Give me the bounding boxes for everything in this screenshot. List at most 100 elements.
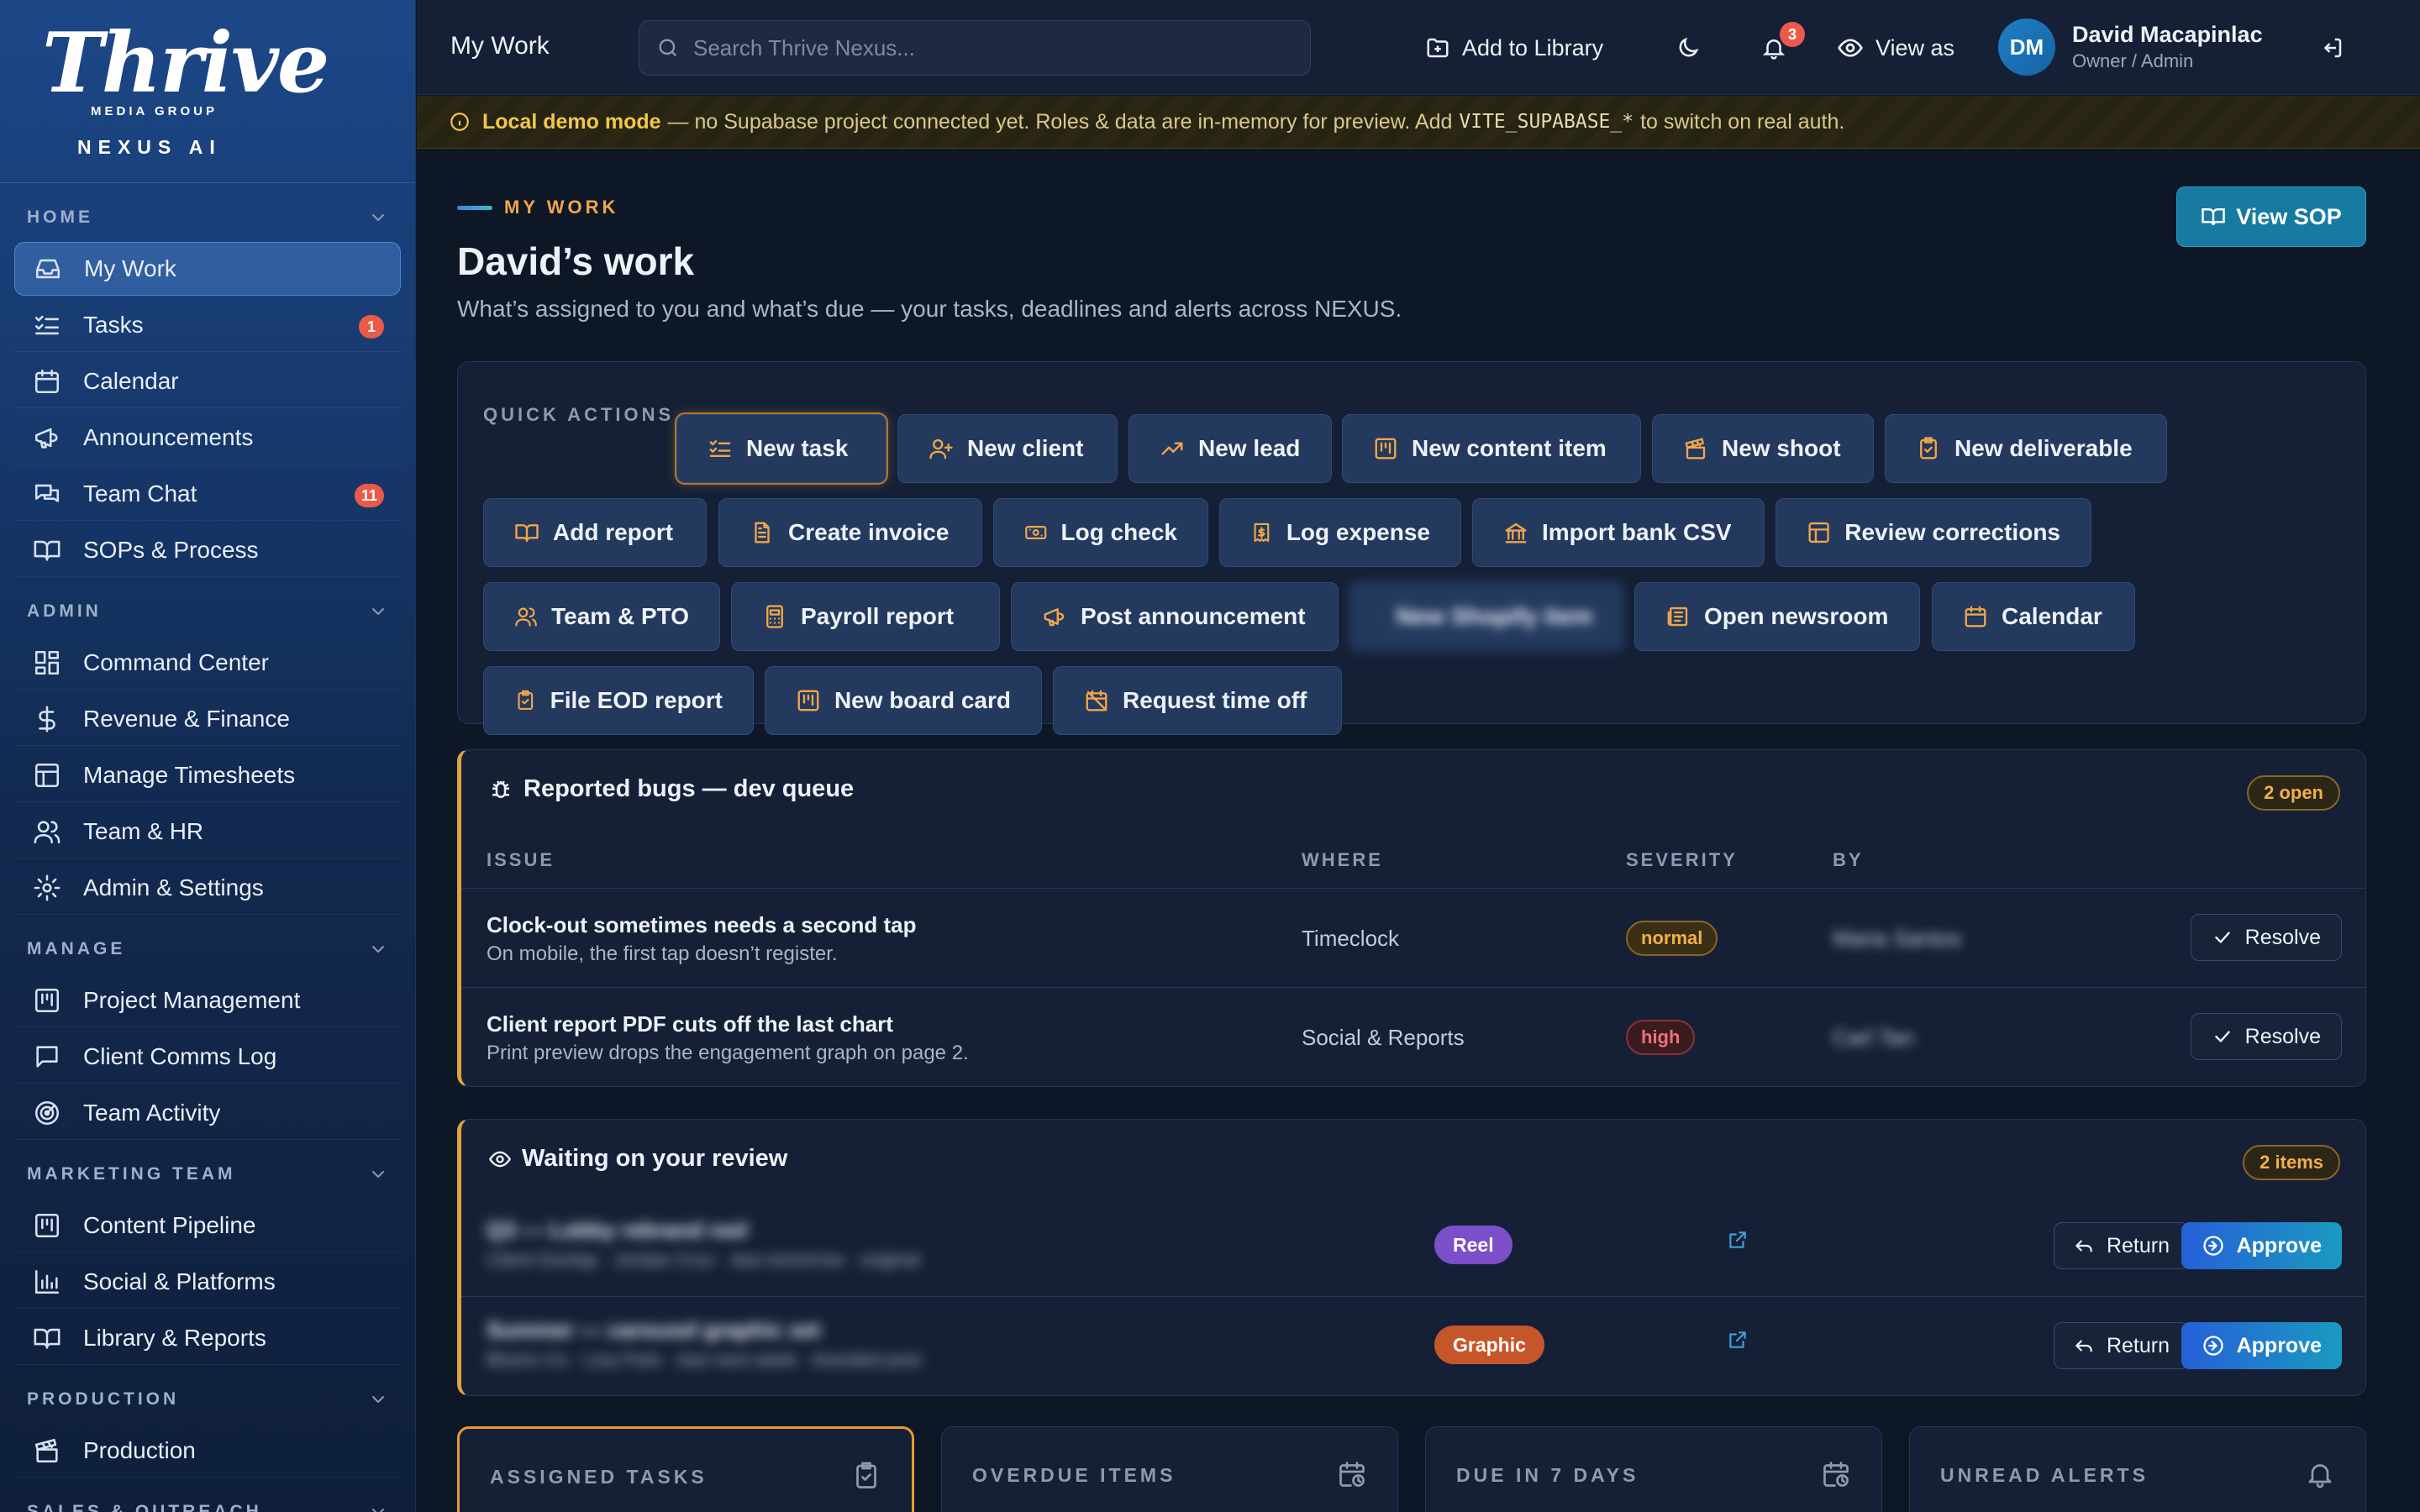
quick-action-label: File EOD report — [550, 687, 723, 713]
open-link-button[interactable] — [1727, 1229, 1749, 1251]
quick-action-new-deliverable[interactable]: New deliverable — [1885, 414, 2167, 483]
quick-action-log-check[interactable]: Log check — [993, 498, 1208, 567]
sidebar-item-project-management[interactable]: Project Management — [14, 974, 401, 1027]
nav-section-manage[interactable]: MANAGE — [0, 925, 415, 974]
log-out-icon — [2323, 38, 2342, 58]
receipt-dollar-icon — [1254, 522, 1270, 543]
sidebar-item-icon — [33, 648, 61, 677]
stat-label: ASSIGNED TASKS — [490, 1466, 708, 1488]
quick-action-new-content-item[interactable]: New content item — [1342, 414, 1641, 483]
bug-where: Social & Reports — [1302, 1025, 1465, 1050]
quick-action-log-expense[interactable]: Log expense — [1219, 498, 1461, 567]
review-row: Summer — carousel graphic set Bloom Co · … — [461, 1296, 2365, 1395]
quick-action-team-and-pto[interactable]: Team & PTO — [483, 582, 720, 651]
resolve-button[interactable]: Resolve — [2190, 1013, 2342, 1060]
search-box[interactable] — [639, 20, 1311, 76]
stat-card-unread-alerts[interactable]: UNREAD ALERTS — [1909, 1426, 2366, 1512]
view-as-button[interactable]: View as — [1837, 25, 1954, 71]
quick-action-payroll-report[interactable]: Payroll report — [731, 582, 1000, 651]
quick-action-label: Review corrections — [1844, 519, 2060, 545]
quick-action-new-shoot[interactable]: New shoot — [1652, 414, 1874, 483]
stat-card-overdue-items[interactable]: OVERDUE ITEMS — [941, 1426, 1398, 1512]
return-button[interactable]: Return — [2053, 1222, 2189, 1269]
external-link-icon — [1729, 1231, 1746, 1248]
review-item-title[interactable]: Q3 — Lobby rebrand reel — [487, 1217, 748, 1243]
sidebar-item-team-and-hr[interactable]: Team & HR — [14, 805, 401, 858]
content-type-tag: Reel — [1434, 1226, 1512, 1264]
avatar[interactable]: DM — [1998, 18, 2055, 76]
nav-section-sales-and-outreach[interactable]: SALES & OUTREACH — [0, 1488, 415, 1512]
sidebar-item-social-and-platforms[interactable]: Social & Platforms — [14, 1255, 401, 1309]
sidebar-item-client-comms-log[interactable]: Client Comms Log — [14, 1030, 401, 1084]
book-open-icon — [2202, 208, 2225, 226]
quick-action-review-corrections[interactable]: Review corrections — [1776, 498, 2091, 567]
sidebar-item-label: Announcements — [83, 423, 254, 450]
sidebar-item-team-chat[interactable]: Team Chat 11 — [14, 467, 401, 521]
notifications-button[interactable]: 3 — [1761, 22, 1805, 71]
stat-card-assigned-tasks[interactable]: ASSIGNED TASKS — [457, 1426, 914, 1512]
quick-action-label: New lead — [1198, 435, 1301, 461]
approve-button[interactable]: Approve — [2181, 1222, 2342, 1269]
sidebar-item-calendar[interactable]: Calendar — [14, 354, 401, 408]
stat-card-due-in-7-days[interactable]: DUE IN 7 DAYS — [1425, 1426, 1882, 1512]
sidebar-item-icon — [33, 1042, 61, 1071]
brand-logo[interactable]: Thrive MEDIA GROUP NEXUS AI — [0, 0, 415, 183]
nav-section-label: MARKETING TEAM — [27, 1164, 236, 1184]
quick-action-new-client[interactable]: New client — [897, 414, 1118, 483]
sidebar-item-sops-and-process[interactable]: SOPs & Process — [14, 523, 401, 577]
info-icon — [450, 113, 469, 131]
approve-button[interactable]: Approve — [2181, 1322, 2342, 1369]
sidebar-item-label: Client Comms Log — [83, 1042, 277, 1069]
nav-section-home[interactable]: HOME — [0, 193, 415, 242]
file-text-icon — [755, 522, 770, 543]
quick-action-new-lead[interactable]: New lead — [1128, 414, 1332, 483]
sidebar-item-my-work[interactable]: My Work — [14, 242, 401, 296]
sidebar-item-command-center[interactable]: Command Center — [14, 636, 401, 690]
sidebar-item-manage-timesheets[interactable]: Manage Timesheets — [14, 748, 401, 802]
theme-toggle-button[interactable] — [1676, 25, 1712, 71]
sidebar-item-icon — [33, 705, 61, 733]
chevron-down-icon — [372, 1396, 384, 1403]
quick-action-request-time-off[interactable]: Request time off — [1053, 666, 1342, 735]
quick-action-label: Import bank CSV — [1542, 519, 1732, 545]
sidebar-item-announcements[interactable]: Announcements — [14, 411, 401, 465]
add-to-library-button[interactable]: Add to Library — [1425, 25, 1603, 71]
nav-section-admin[interactable]: ADMIN — [0, 587, 415, 636]
calendar-icon — [1965, 606, 1986, 627]
message-square-icon — [36, 1045, 58, 1068]
sidebar-item-content-pipeline[interactable]: Content Pipeline — [14, 1199, 401, 1252]
quick-action-calendar[interactable]: Calendar — [1932, 582, 2135, 651]
sidebar-item-icon — [33, 536, 61, 564]
quick-action-import-bank-csv[interactable]: Import bank CSV — [1472, 498, 1765, 567]
resolve-button[interactable]: Resolve — [2190, 914, 2342, 961]
sidebar-item-revenue-and-finance[interactable]: Revenue & Finance — [14, 692, 401, 746]
sidebar-item-library-and-reports[interactable]: Library & Reports — [14, 1311, 401, 1365]
quick-action-label: New board card — [834, 687, 1011, 713]
quick-action-create-invoice[interactable]: Create invoice — [718, 498, 982, 567]
chevron-down-icon — [372, 1171, 384, 1178]
quick-action-post-announcement[interactable]: Post announcement — [1011, 582, 1339, 651]
notification-count-badge: 3 — [1780, 22, 1805, 47]
sidebar-item-team-activity[interactable]: Team Activity — [14, 1086, 401, 1140]
sidebar-item-label: Team Chat — [83, 480, 197, 507]
clipboard-check-icon — [856, 1462, 876, 1488]
eyebrow-label: MY WORK — [504, 197, 619, 218]
quick-action-open-newsroom[interactable]: Open newsroom — [1634, 582, 1920, 651]
open-link-button[interactable] — [1727, 1329, 1749, 1351]
sidebar-item-admin-and-settings[interactable]: Admin & Settings — [14, 861, 401, 915]
quick-action-file-eod-report[interactable]: File EOD report — [483, 666, 754, 735]
quick-action-new-task[interactable]: New task — [676, 414, 886, 483]
sidebar-item-production[interactable]: Production — [14, 1424, 401, 1478]
return-button[interactable]: Return — [2053, 1322, 2189, 1369]
quick-action-add-report[interactable]: Add report — [483, 498, 707, 567]
gear-icon — [34, 874, 60, 900]
review-item-title[interactable]: Summer — carousel graphic set — [487, 1317, 820, 1343]
nav-section-marketing-team[interactable]: MARKETING TEAM — [0, 1150, 415, 1199]
nav-section-production[interactable]: PRODUCTION — [0, 1375, 415, 1424]
quick-action-new-shopify-item[interactable]: New Shopify item — [1349, 582, 1623, 651]
sidebar-item-tasks[interactable]: Tasks 1 — [14, 298, 401, 352]
search-input[interactable] — [693, 34, 1281, 61]
sign-out-button[interactable] — [2319, 25, 2356, 71]
quick-action-new-board-card[interactable]: New board card — [765, 666, 1042, 735]
view-sop-button[interactable]: View SOP — [2176, 186, 2366, 247]
